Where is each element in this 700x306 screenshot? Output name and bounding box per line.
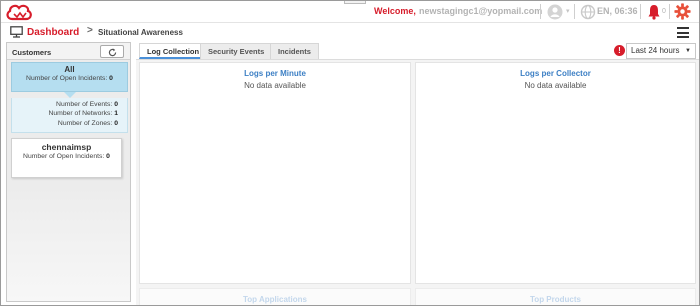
refresh-icon xyxy=(108,48,117,57)
gear-icon[interactable] xyxy=(674,3,691,20)
events-count: Number of Events: 0 xyxy=(56,100,118,108)
divider xyxy=(640,4,641,19)
cloud-logo-icon[interactable] xyxy=(5,2,33,22)
divider xyxy=(540,4,541,19)
top-bar: Welcome, newstagingc1@yopmail.com ▾ EN, … xyxy=(1,1,699,23)
chevron-down-icon[interactable]: ▾ xyxy=(566,7,570,15)
empty-state: No data available xyxy=(524,81,587,90)
logs-per-collector-panel: Logs per Collector No data available xyxy=(415,62,696,284)
locale-time[interactable]: EN, 06:36 xyxy=(597,6,638,16)
user-icon[interactable] xyxy=(547,4,563,20)
open-incidents-count: Number of Open Incidents: 0 xyxy=(23,153,110,160)
tab-log-collection[interactable]: Log Collection xyxy=(139,43,208,59)
panel-title: Top Applications xyxy=(243,295,307,304)
zones-count: Number of Zones: 0 xyxy=(57,119,118,127)
top-applications-panel: Top Applications xyxy=(139,288,411,305)
tab-bar: Log Collection Security Events Incidents… xyxy=(136,42,699,60)
top-products-panel: Top Products xyxy=(415,288,696,305)
breadcrumb-separator: > xyxy=(87,25,93,36)
panel-title: Logs per Minute xyxy=(244,69,306,78)
user-email[interactable]: newstagingc1@yopmail.com xyxy=(419,6,542,16)
monitor-icon xyxy=(10,26,23,38)
app-window: Welcome, newstagingc1@yopmail.com ▾ EN, … xyxy=(0,0,700,306)
tab-incidents[interactable]: Incidents xyxy=(270,43,319,59)
main-content: Log Collection Security Events Incidents… xyxy=(136,42,699,305)
hamburger-menu-icon[interactable] xyxy=(677,27,689,38)
chevron-down-icon: ▼ xyxy=(685,48,691,54)
breadcrumb: Dashboard > Situational Awareness xyxy=(1,23,699,42)
notification-count: 0 xyxy=(662,8,666,15)
panel-title: Top Products xyxy=(530,295,581,304)
sidebar-title: Customers xyxy=(12,48,52,57)
panel-title: Logs per Collector xyxy=(520,69,591,78)
customer-name: chennaimsp xyxy=(41,142,92,152)
customer-details: Number of Events: 0 Number of Networks: … xyxy=(11,98,128,133)
customers-sidebar: Customers All Number of Open Incidents: … xyxy=(6,42,131,302)
bell-icon[interactable] xyxy=(647,4,661,20)
open-incidents-count: Number of Open Incidents: 0 xyxy=(26,75,113,82)
logs-per-minute-panel: Logs per Minute No data available xyxy=(139,62,411,284)
breadcrumb-dashboard-link[interactable]: Dashboard xyxy=(27,27,79,38)
divider xyxy=(669,4,670,19)
welcome-label: Welcome, xyxy=(374,6,416,16)
page-title: Situational Awareness xyxy=(98,28,183,37)
divider xyxy=(574,4,575,19)
alert-icon[interactable]: ! xyxy=(614,45,625,56)
time-range-value: Last 24 hours xyxy=(631,46,680,55)
customer-name: All xyxy=(64,65,75,74)
tab-security-events[interactable]: Security Events xyxy=(200,43,273,59)
customer-item-chennaimsp[interactable]: chennaimsp Number of Open Incidents: 0 xyxy=(11,138,122,178)
customer-item-all[interactable]: All Number of Open Incidents: 0 xyxy=(11,62,128,92)
collapse-handle[interactable] xyxy=(344,1,366,4)
networks-count: Number of Networks: 1 xyxy=(48,110,118,117)
empty-state: No data available xyxy=(244,81,306,90)
globe-icon[interactable] xyxy=(580,4,596,20)
time-range-select[interactable]: Last 24 hours ▼ xyxy=(626,43,696,59)
refresh-button[interactable] xyxy=(100,45,124,58)
sidebar-header: Customers xyxy=(7,43,130,60)
